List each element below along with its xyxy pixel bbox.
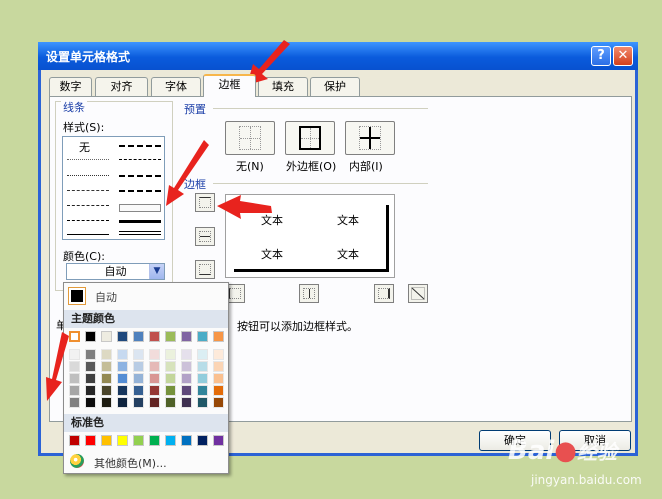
watermark-logo: Bai●经验 bbox=[508, 436, 617, 466]
paw-icon: ● bbox=[554, 436, 577, 466]
arrow-to-top-border-button bbox=[217, 195, 272, 219]
arrow-to-line-style bbox=[166, 140, 209, 206]
watermark-url: jingyan.baidu.com bbox=[531, 473, 642, 487]
annotation-arrows bbox=[46, 40, 290, 401]
tab-border[interactable]: 边框 bbox=[203, 74, 256, 97]
arrow-to-white-swatch bbox=[46, 332, 69, 401]
